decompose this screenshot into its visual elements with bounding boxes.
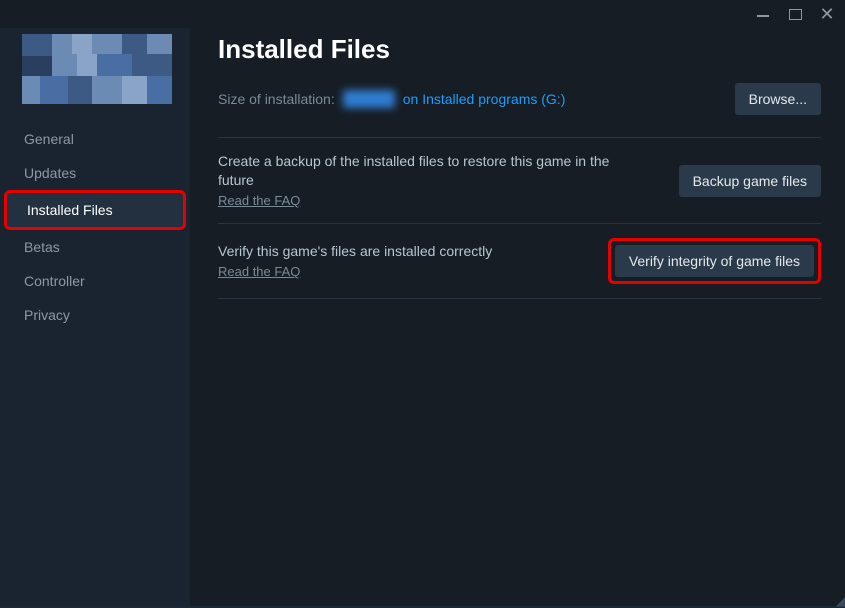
sidebar-item-installed-files[interactable]: Installed Files [4,190,186,230]
resize-grip[interactable]: ◢ [836,598,843,604]
minimize-button[interactable] [753,13,773,15]
verify-text: Verify this game's files are installed c… [218,242,492,280]
sidebar-item-label: Controller [24,273,85,289]
installation-size-text: Size of installation: on Installed progr… [218,90,565,108]
page-title: Installed Files [218,34,821,65]
verify-button-highlight: Verify integrity of game files [608,238,821,284]
size-value-redacted [343,90,395,108]
sidebar-item-label: Privacy [24,307,70,323]
sidebar: General Updates Installed Files Betas Co… [0,28,190,606]
sidebar-item-label: Betas [24,239,60,255]
backup-description: Create a backup of the installed files t… [218,152,618,190]
sidebar-item-label: Updates [24,165,76,181]
properties-window: ✕ Gen [0,0,845,606]
backup-text: Create a backup of the installed files t… [218,152,618,209]
size-label: Size of installation: [218,91,335,107]
backup-faq-link[interactable]: Read the FAQ [218,192,300,210]
sidebar-item-label: Installed Files [27,202,113,218]
sidebar-item-general[interactable]: General [0,122,190,156]
verify-faq-link[interactable]: Read the FAQ [218,263,300,281]
sidebar-item-betas[interactable]: Betas [0,230,190,264]
backup-game-files-button[interactable]: Backup game files [679,165,821,197]
installation-drive-link[interactable]: on Installed programs (G:) [403,91,566,107]
sidebar-item-label: General [24,131,74,147]
maximize-button[interactable] [785,9,805,20]
window-titlebar: ✕ [0,0,845,28]
sidebar-item-privacy[interactable]: Privacy [0,298,190,332]
close-button[interactable]: ✕ [817,7,837,21]
browse-button[interactable]: Browse... [735,83,821,115]
sidebar-item-updates[interactable]: Updates [0,156,190,190]
sidebar-item-controller[interactable]: Controller [0,264,190,298]
verify-integrity-button[interactable]: Verify integrity of game files [615,245,814,277]
window-body: General Updates Installed Files Betas Co… [0,28,845,606]
backup-row: Create a backup of the installed files t… [218,137,821,223]
verify-row: Verify this game's files are installed c… [218,223,821,299]
installation-size-row: Size of installation: on Installed progr… [218,83,821,115]
verify-description: Verify this game's files are installed c… [218,242,492,261]
game-artwork [22,34,172,104]
main-panel: Installed Files Size of installation: on… [190,28,845,606]
